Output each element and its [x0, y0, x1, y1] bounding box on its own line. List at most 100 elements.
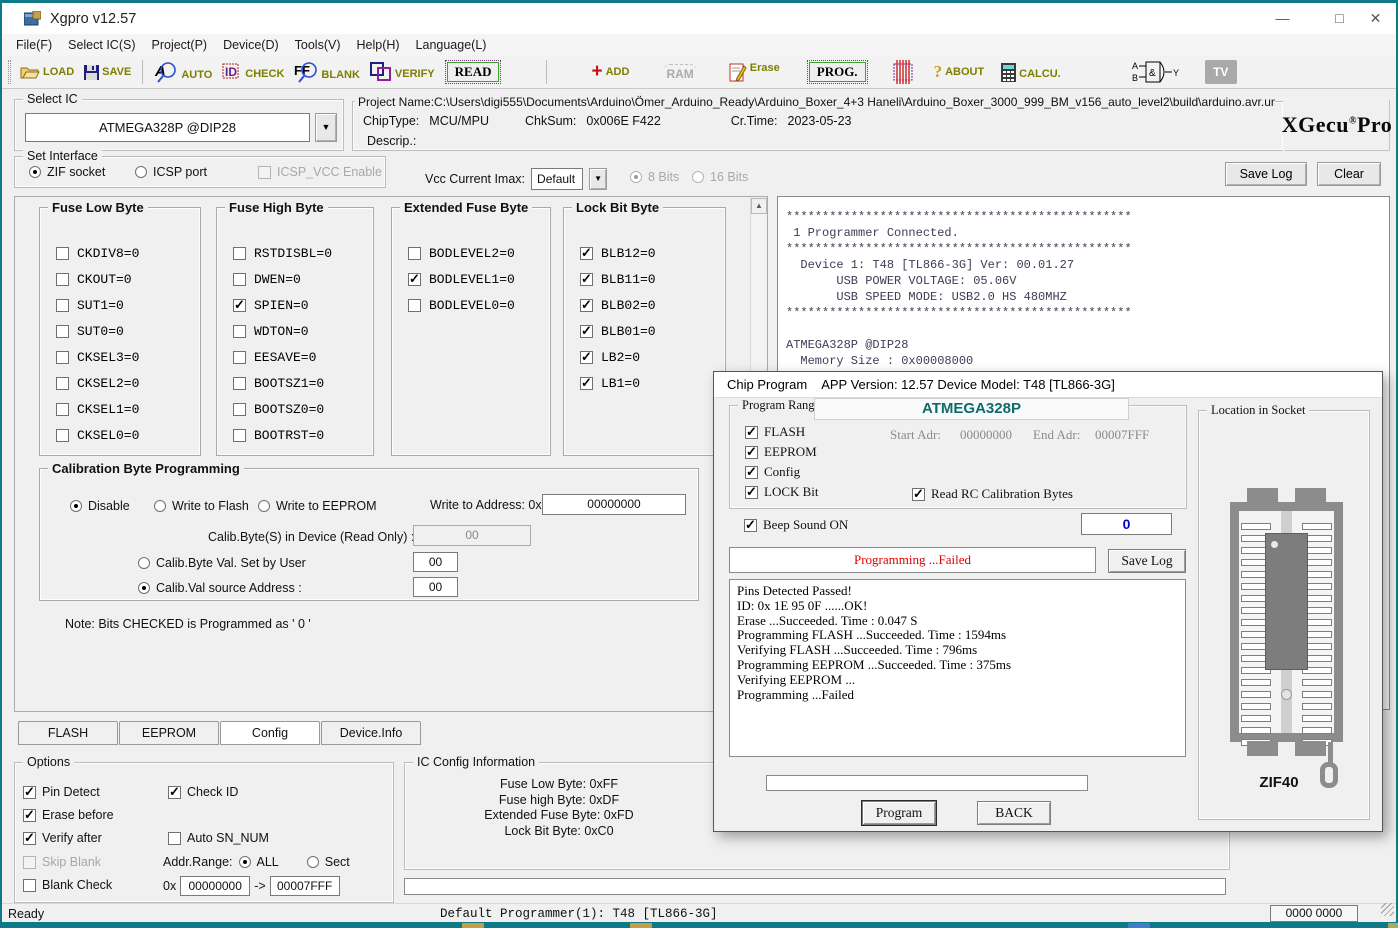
auto-button[interactable]: A AUTO	[154, 61, 212, 83]
checkbox[interactable]	[408, 299, 421, 312]
save-button[interactable]: SAVE	[84, 65, 131, 80]
about-button[interactable]: ? ABOUT	[934, 62, 985, 82]
menu-project[interactable]: Project(P)	[144, 38, 216, 52]
radio-sect[interactable]	[307, 856, 319, 868]
fuse-checkbox-row[interactable]: DWEN=0	[233, 272, 332, 287]
checkbox[interactable]	[23, 832, 36, 845]
logic-test-button[interactable]: AB&Y	[1132, 59, 1184, 85]
eeprom-checkbox[interactable]: EEPROM	[745, 444, 817, 460]
program-button[interactable]: Program	[862, 801, 936, 825]
verify-button[interactable]: VERIFY	[370, 62, 435, 82]
checkbox[interactable]	[233, 429, 246, 442]
minimize-button[interactable]: —	[1260, 3, 1305, 34]
checkbox[interactable]	[233, 273, 246, 286]
radio[interactable]	[138, 557, 150, 569]
radio[interactable]	[138, 582, 150, 594]
radio[interactable]	[154, 500, 166, 512]
checkbox[interactable]	[744, 519, 757, 532]
ic-test-button[interactable]	[891, 60, 915, 84]
radio[interactable]	[135, 166, 147, 178]
calcu-button[interactable]: CALCU.	[1001, 63, 1061, 82]
fuse-checkbox-row[interactable]: SPIEN=0	[233, 298, 332, 313]
calib-src-addr-input[interactable]: 00	[413, 577, 458, 597]
tab[interactable]: EEPROM	[119, 721, 219, 745]
checkbox[interactable]	[580, 299, 593, 312]
fuse-checkbox-row[interactable]: WDTON=0	[233, 324, 332, 339]
radio-all[interactable]	[239, 856, 251, 868]
fuse-checkbox-row[interactable]: BODLEVEL0=0	[408, 298, 515, 313]
menu-language[interactable]: Language(L)	[408, 38, 495, 52]
checkbox[interactable]	[745, 426, 758, 439]
back-button[interactable]: BACK	[977, 801, 1051, 825]
checkbox[interactable]	[745, 466, 758, 479]
fuse-checkbox-row[interactable]: CKOUT=0	[56, 272, 139, 287]
blank-button[interactable]: FF BLANK	[294, 61, 360, 83]
check-id-checkbox[interactable]: Check ID	[168, 785, 238, 799]
resize-grip[interactable]	[1381, 903, 1394, 916]
calib-user-val-input[interactable]: 00	[413, 552, 458, 572]
calib-src-addr-radio[interactable]: Calib.Val source Address :	[138, 581, 302, 595]
checkbox[interactable]	[408, 273, 421, 286]
lock-bit-checkbox[interactable]: LOCK Bit	[745, 484, 819, 500]
icsp-port-radio[interactable]: ICSP port	[135, 165, 207, 179]
calib-write-eeprom-radio[interactable]: Write to EEPROM	[258, 499, 376, 513]
clear-button[interactable]: Clear	[1317, 162, 1381, 186]
menu-device[interactable]: Device(D)	[215, 38, 287, 52]
check-button[interactable]: ID CHECK	[222, 62, 284, 82]
checkbox[interactable]	[56, 273, 69, 286]
checkbox[interactable]	[580, 351, 593, 364]
read-rc-checkbox[interactable]: Read RC Calibration Bytes	[912, 486, 1073, 502]
checkbox[interactable]	[580, 325, 593, 338]
tab[interactable]: FLASH	[18, 721, 118, 745]
dialog-save-log-button[interactable]: Save Log	[1108, 549, 1186, 573]
checkbox[interactable]	[56, 403, 69, 416]
blank-check-checkbox[interactable]: Blank Check	[23, 878, 112, 892]
select-ic-dropdown-button[interactable]: ▼	[315, 113, 337, 142]
fuse-checkbox-row[interactable]: RSTDISBL=0	[233, 246, 332, 261]
fuse-checkbox-row[interactable]: CKSEL2=0	[56, 376, 139, 391]
zif-socket-radio[interactable]: ZIF socket	[29, 165, 105, 179]
lock-checkbox-row[interactable]: LB1=0	[580, 376, 656, 391]
fuse-checkbox-row[interactable]: CKSEL1=0	[56, 402, 139, 417]
checkbox[interactable]	[23, 879, 36, 892]
checkbox[interactable]	[745, 486, 758, 499]
fuse-checkbox-row[interactable]: SUT1=0	[56, 298, 139, 313]
checkbox[interactable]	[233, 299, 246, 312]
fuse-checkbox-row[interactable]: CKSEL0=0	[56, 428, 139, 443]
fuse-checkbox-row[interactable]: BODLEVEL2=0	[408, 246, 515, 261]
add-button[interactable]: + ADD	[591, 65, 629, 79]
calib-user-val-radio[interactable]: Calib.Byte Val. Set by User	[138, 556, 306, 570]
range-from-input[interactable]: 00000000	[180, 876, 250, 896]
flash-checkbox[interactable]: FLASH	[745, 424, 805, 440]
menu-select-ic[interactable]: Select IC(S)	[60, 38, 143, 52]
radio[interactable]	[70, 500, 82, 512]
fuse-checkbox-row[interactable]: BODLEVEL1=0	[408, 272, 515, 287]
lock-checkbox-row[interactable]: BLB02=0	[580, 298, 656, 313]
menu-tools[interactable]: Tools(V)	[287, 38, 349, 52]
beep-sound-checkbox[interactable]: Beep Sound ON	[744, 517, 848, 533]
checkbox[interactable]	[580, 273, 593, 286]
checkbox[interactable]	[56, 299, 69, 312]
checkbox[interactable]	[56, 351, 69, 364]
radio[interactable]	[258, 500, 270, 512]
checkbox[interactable]	[56, 429, 69, 442]
checkbox[interactable]	[233, 351, 246, 364]
write-address-input[interactable]: 00000000	[542, 494, 686, 515]
close-button[interactable]: ✕	[1353, 3, 1398, 34]
menu-help[interactable]: Help(H)	[348, 38, 407, 52]
fuse-checkbox-row[interactable]: EESAVE=0	[233, 350, 332, 365]
checkbox[interactable]	[168, 786, 181, 799]
checkbox[interactable]	[233, 403, 246, 416]
fuse-checkbox-row[interactable]: CKDIV8=0	[56, 246, 139, 261]
calib-write-flash-radio[interactable]: Write to Flash	[154, 499, 249, 513]
checkbox[interactable]	[233, 247, 246, 260]
vcc-dropdown-button[interactable]: ▼	[589, 168, 607, 190]
checkbox[interactable]	[580, 377, 593, 390]
checkbox[interactable]	[23, 809, 36, 822]
checkbox[interactable]	[233, 377, 246, 390]
fuse-checkbox-row[interactable]: BOOTRST=0	[233, 428, 332, 443]
radio[interactable]	[29, 166, 41, 178]
verify-after-checkbox[interactable]: Verify after	[23, 831, 102, 845]
load-button[interactable]: LOAD	[20, 65, 74, 80]
pin-detect-checkbox[interactable]: Pin Detect	[23, 785, 100, 799]
